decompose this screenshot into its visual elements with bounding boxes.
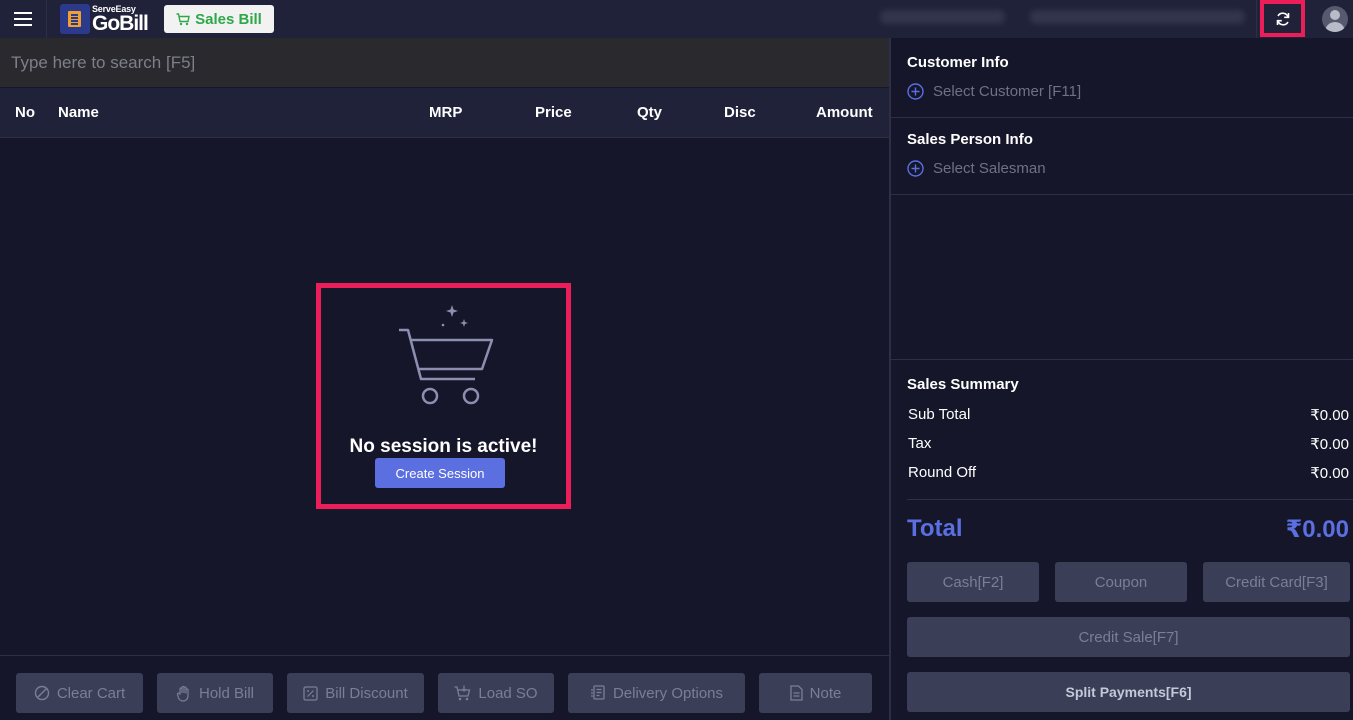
sub-total-label: Sub Total — [908, 406, 971, 423]
customer-info-title: Customer Info — [907, 54, 1009, 71]
select-customer-label: Select Customer [F11] — [933, 83, 1082, 100]
cart-load-icon — [454, 685, 471, 701]
divider — [891, 117, 1353, 118]
bottom-action-bar: Clear Cart Hold Bill Bill Discount Load … — [0, 655, 889, 720]
cart-icon — [176, 12, 190, 25]
select-salesman-label: Select Salesman — [933, 160, 1046, 177]
delivery-options-button[interactable]: Delivery Options — [568, 673, 745, 713]
refresh-button[interactable] — [1260, 0, 1305, 37]
round-off-value: ₹0.00 — [1310, 465, 1349, 482]
divider — [891, 359, 1353, 360]
logo-big-text: GoBill — [92, 12, 149, 35]
sub-total-value: ₹0.00 — [1310, 407, 1349, 424]
blurred-info — [880, 10, 1005, 24]
cash-button[interactable]: Cash[F2] — [907, 562, 1039, 602]
app-logo: ServeEasy GoBill — [60, 4, 150, 35]
column-amount: Amount — [816, 104, 873, 121]
search-input[interactable] — [0, 38, 889, 87]
tab-sales-bill[interactable]: Sales Bill — [164, 5, 274, 33]
user-avatar[interactable] — [1322, 6, 1348, 32]
hand-icon — [176, 685, 189, 702]
create-session-button[interactable]: Create Session — [375, 458, 505, 488]
add-circle-icon — [907, 160, 924, 177]
top-bar: ServeEasy GoBill Sales Bill — [0, 0, 1353, 38]
cart-table-header: No Name MRP Price Qty Disc Amount — [0, 88, 889, 138]
delivery-icon — [590, 685, 605, 700]
ban-icon — [34, 685, 50, 701]
tax-label: Tax — [908, 435, 932, 452]
refresh-icon — [1276, 11, 1289, 26]
load-so-label: Load SO — [478, 684, 538, 702]
tax-value: ₹0.00 — [1310, 436, 1349, 453]
tab-sales-bill-label: Sales Bill — [195, 10, 262, 28]
coupon-button[interactable]: Coupon — [1055, 562, 1187, 602]
load-so-button[interactable]: Load SO — [438, 673, 554, 713]
empty-state: No session is active! Create Session — [316, 283, 571, 509]
note-icon — [790, 685, 803, 701]
credit-sale-button[interactable]: Credit Sale[F7] — [907, 617, 1350, 657]
percent-icon — [303, 685, 318, 701]
note-label: Note — [809, 684, 842, 702]
clear-cart-button[interactable]: Clear Cart — [16, 673, 143, 713]
round-off-label: Round Off — [908, 464, 977, 481]
sales-summary-title: Sales Summary — [907, 376, 1019, 393]
select-salesman-link[interactable]: Select Salesman — [907, 160, 1046, 177]
divider — [907, 499, 1353, 500]
empty-cart-icon — [399, 305, 494, 405]
logo-mark — [60, 4, 90, 34]
split-payments-button[interactable]: Split Payments[F6] — [907, 672, 1350, 712]
bill-discount-label: Bill Discount — [325, 684, 408, 702]
bill-discount-button[interactable]: Bill Discount — [287, 673, 424, 713]
hold-bill-button[interactable]: Hold Bill — [157, 673, 273, 713]
sales-person-info-title: Sales Person Info — [907, 131, 1033, 148]
divider — [1256, 0, 1257, 38]
select-customer-link[interactable]: Select Customer [F11] — [907, 83, 1081, 100]
total-value: ₹0.00 — [1285, 516, 1349, 543]
column-price: Price — [535, 104, 572, 121]
column-disc: Disc — [724, 104, 756, 121]
column-qty: Qty — [637, 104, 663, 121]
menu-button[interactable] — [0, 0, 47, 38]
clear-cart-label: Clear Cart — [56, 684, 126, 702]
empty-state-message: No session is active! — [349, 436, 538, 457]
hold-bill-label: Hold Bill — [198, 684, 255, 702]
column-no: No — [15, 104, 35, 121]
delivery-options-label: Delivery Options — [612, 684, 724, 702]
add-circle-icon — [907, 83, 924, 100]
column-mrp: MRP — [429, 104, 463, 121]
menu-icon — [14, 12, 32, 26]
blurred-info — [1030, 10, 1245, 24]
credit-card-button[interactable]: Credit Card[F3] — [1203, 562, 1350, 602]
note-button[interactable]: Note — [759, 673, 872, 713]
divider — [891, 194, 1353, 195]
total-label: Total — [907, 515, 963, 542]
column-name: Name — [58, 104, 99, 121]
right-panel: Customer Info Select Customer [F11] Sale… — [891, 38, 1353, 720]
